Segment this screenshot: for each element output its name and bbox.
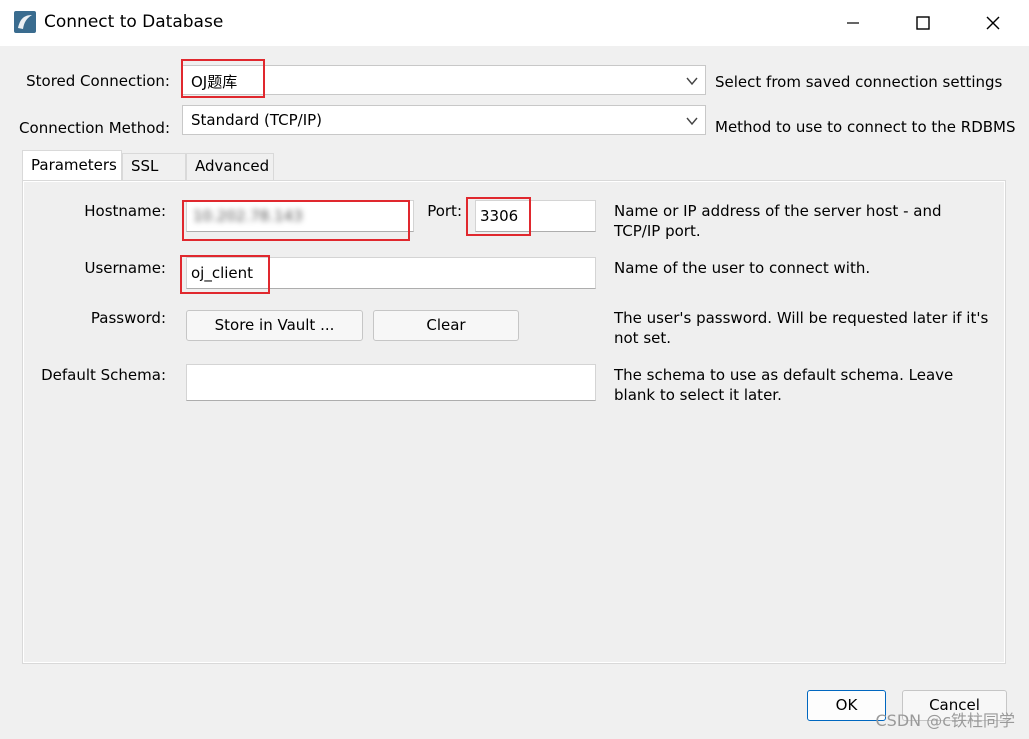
username-hint: Name of the user to connect with. [614, 259, 871, 277]
default-schema-hint: The schema to use as default schema. Lea… [614, 366, 954, 404]
store-in-vault-button[interactable]: Store in Vault ... [186, 310, 363, 341]
hostname-label: Hostname: [84, 202, 166, 220]
port-value: 3306 [480, 207, 519, 225]
password-label: Password: [90, 309, 166, 327]
chevron-down-icon [686, 117, 698, 126]
stored-connection-select[interactable]: OJ题库 [182, 65, 706, 95]
maximize-icon [916, 16, 930, 30]
connection-method-hint: Method to use to connect to the RDBMS [715, 118, 1016, 136]
tab-ssl[interactable]: SSL [122, 153, 186, 180]
title-bar: Connect to Database [0, 0, 1029, 47]
mysql-workbench-icon [14, 11, 36, 33]
chevron-down-icon [686, 77, 698, 86]
minimize-button[interactable] [818, 0, 888, 46]
tab-advanced[interactable]: Advanced [186, 153, 274, 180]
stored-connection-label: Stored Connection: [26, 72, 170, 90]
port-input[interactable]: 3306 [475, 200, 596, 232]
username-input[interactable]: oj_client [186, 257, 596, 289]
window-title: Connect to Database [44, 12, 224, 32]
close-icon [986, 16, 1000, 30]
default-schema-label: Default Schema: [41, 366, 166, 384]
ok-button[interactable]: OK [807, 690, 886, 721]
port-label: Port: [427, 202, 462, 220]
hostname-hint: Name or IP address of the server host - … [614, 202, 942, 240]
tab-parameters[interactable]: Parameters [22, 150, 122, 181]
maximize-button[interactable] [888, 0, 958, 46]
stored-connection-hint: Select from saved connection settings [715, 73, 1003, 91]
connection-method-select[interactable]: Standard (TCP/IP) [182, 105, 706, 135]
connection-method-value: Standard (TCP/IP) [191, 111, 323, 129]
parameters-panel-inner [24, 182, 1004, 662]
hostname-input[interactable]: 10.202.78.143 [186, 200, 414, 232]
clear-password-button[interactable]: Clear [373, 310, 519, 341]
username-value: oj_client [191, 264, 254, 282]
password-hint: The user's password. Will be requested l… [614, 309, 989, 347]
stored-connection-value: OJ题库 [191, 73, 238, 91]
close-button[interactable] [958, 0, 1028, 46]
hostname-value: 10.202.78.143 [193, 207, 303, 225]
username-label: Username: [84, 259, 166, 277]
watermark: CSDN @c铁柱同学 [875, 711, 1015, 730]
default-schema-input[interactable] [186, 364, 596, 401]
minimize-icon [847, 22, 859, 24]
connection-method-label: Connection Method: [19, 119, 170, 137]
